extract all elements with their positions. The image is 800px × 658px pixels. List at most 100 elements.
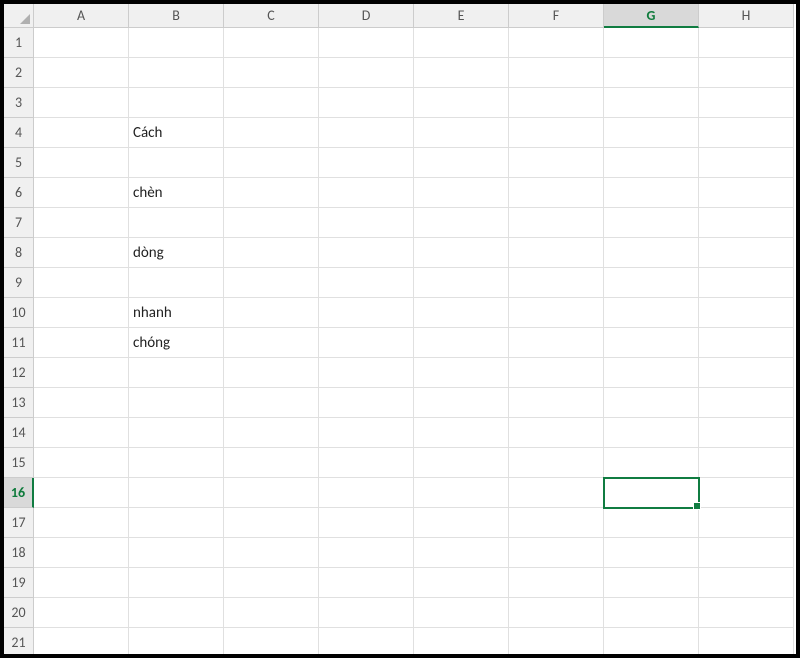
cell-b13[interactable]	[129, 388, 224, 418]
cell-e3[interactable]	[414, 88, 509, 118]
cell-c3[interactable]	[224, 88, 319, 118]
cell-h10[interactable]	[699, 298, 794, 328]
cell-c19[interactable]	[224, 568, 319, 598]
column-header-a[interactable]: A	[34, 4, 129, 28]
row-header-1[interactable]: 1	[4, 28, 34, 58]
cell-b14[interactable]	[129, 418, 224, 448]
cell-f13[interactable]	[509, 388, 604, 418]
cell-e12[interactable]	[414, 358, 509, 388]
cell-d12[interactable]	[319, 358, 414, 388]
cell-c4[interactable]	[224, 118, 319, 148]
cell-d1[interactable]	[319, 28, 414, 58]
cell-b9[interactable]	[129, 268, 224, 298]
cell-h15[interactable]	[699, 448, 794, 478]
row-header-21[interactable]: 21	[4, 628, 34, 658]
cell-f7[interactable]	[509, 208, 604, 238]
cell-c21[interactable]	[224, 628, 319, 658]
cell-g2[interactable]	[604, 58, 699, 88]
cell-d7[interactable]	[319, 208, 414, 238]
row-header-10[interactable]: 10	[4, 298, 34, 328]
cell-a3[interactable]	[34, 88, 129, 118]
row-header-16[interactable]: 16	[4, 478, 34, 508]
row-header-2[interactable]: 2	[4, 58, 34, 88]
cell-a2[interactable]	[34, 58, 129, 88]
cell-f21[interactable]	[509, 628, 604, 658]
cell-a16[interactable]	[34, 478, 129, 508]
cell-c12[interactable]	[224, 358, 319, 388]
cell-a8[interactable]	[34, 238, 129, 268]
cell-d3[interactable]	[319, 88, 414, 118]
cell-a9[interactable]	[34, 268, 129, 298]
cell-e17[interactable]	[414, 508, 509, 538]
cell-b10[interactable]: nhanh	[129, 298, 224, 328]
cell-e21[interactable]	[414, 628, 509, 658]
cell-e8[interactable]	[414, 238, 509, 268]
cell-f15[interactable]	[509, 448, 604, 478]
column-header-c[interactable]: C	[224, 4, 319, 28]
cell-f2[interactable]	[509, 58, 604, 88]
row-header-3[interactable]: 3	[4, 88, 34, 118]
cell-a1[interactable]	[34, 28, 129, 58]
row-header-6[interactable]: 6	[4, 178, 34, 208]
cell-g19[interactable]	[604, 568, 699, 598]
cell-d19[interactable]	[319, 568, 414, 598]
cell-e18[interactable]	[414, 538, 509, 568]
cell-h13[interactable]	[699, 388, 794, 418]
cell-e2[interactable]	[414, 58, 509, 88]
column-header-b[interactable]: B	[129, 4, 224, 28]
row-header-13[interactable]: 13	[4, 388, 34, 418]
cell-f17[interactable]	[509, 508, 604, 538]
cell-h18[interactable]	[699, 538, 794, 568]
cell-d15[interactable]	[319, 448, 414, 478]
cell-h16[interactable]	[699, 478, 794, 508]
cell-b1[interactable]	[129, 28, 224, 58]
cell-c6[interactable]	[224, 178, 319, 208]
cell-d11[interactable]	[319, 328, 414, 358]
cell-e1[interactable]	[414, 28, 509, 58]
cell-f6[interactable]	[509, 178, 604, 208]
cell-b2[interactable]	[129, 58, 224, 88]
cell-f16[interactable]	[509, 478, 604, 508]
cell-c7[interactable]	[224, 208, 319, 238]
cell-c14[interactable]	[224, 418, 319, 448]
cell-f1[interactable]	[509, 28, 604, 58]
cell-h17[interactable]	[699, 508, 794, 538]
cell-g11[interactable]	[604, 328, 699, 358]
cell-e7[interactable]	[414, 208, 509, 238]
row-header-12[interactable]: 12	[4, 358, 34, 388]
cell-e10[interactable]	[414, 298, 509, 328]
cell-d2[interactable]	[319, 58, 414, 88]
row-header-20[interactable]: 20	[4, 598, 34, 628]
cell-h21[interactable]	[699, 628, 794, 658]
cell-b20[interactable]	[129, 598, 224, 628]
cell-g13[interactable]	[604, 388, 699, 418]
cell-f20[interactable]	[509, 598, 604, 628]
cell-b18[interactable]	[129, 538, 224, 568]
cell-e15[interactable]	[414, 448, 509, 478]
cell-c15[interactable]	[224, 448, 319, 478]
cell-c13[interactable]	[224, 388, 319, 418]
cell-e20[interactable]	[414, 598, 509, 628]
cell-f19[interactable]	[509, 568, 604, 598]
column-header-e[interactable]: E	[414, 4, 509, 28]
cell-a20[interactable]	[34, 598, 129, 628]
cell-b7[interactable]	[129, 208, 224, 238]
cell-g8[interactable]	[604, 238, 699, 268]
cell-g7[interactable]	[604, 208, 699, 238]
cell-g6[interactable]	[604, 178, 699, 208]
row-header-17[interactable]: 17	[4, 508, 34, 538]
cell-f12[interactable]	[509, 358, 604, 388]
cell-d17[interactable]	[319, 508, 414, 538]
cell-b6[interactable]: chèn	[129, 178, 224, 208]
cell-d20[interactable]	[319, 598, 414, 628]
cell-f9[interactable]	[509, 268, 604, 298]
cell-b12[interactable]	[129, 358, 224, 388]
cell-g10[interactable]	[604, 298, 699, 328]
cell-d16[interactable]	[319, 478, 414, 508]
cell-c8[interactable]	[224, 238, 319, 268]
cell-a19[interactable]	[34, 568, 129, 598]
cell-g12[interactable]	[604, 358, 699, 388]
cell-a21[interactable]	[34, 628, 129, 658]
cell-h3[interactable]	[699, 88, 794, 118]
cell-b11[interactable]: chóng	[129, 328, 224, 358]
